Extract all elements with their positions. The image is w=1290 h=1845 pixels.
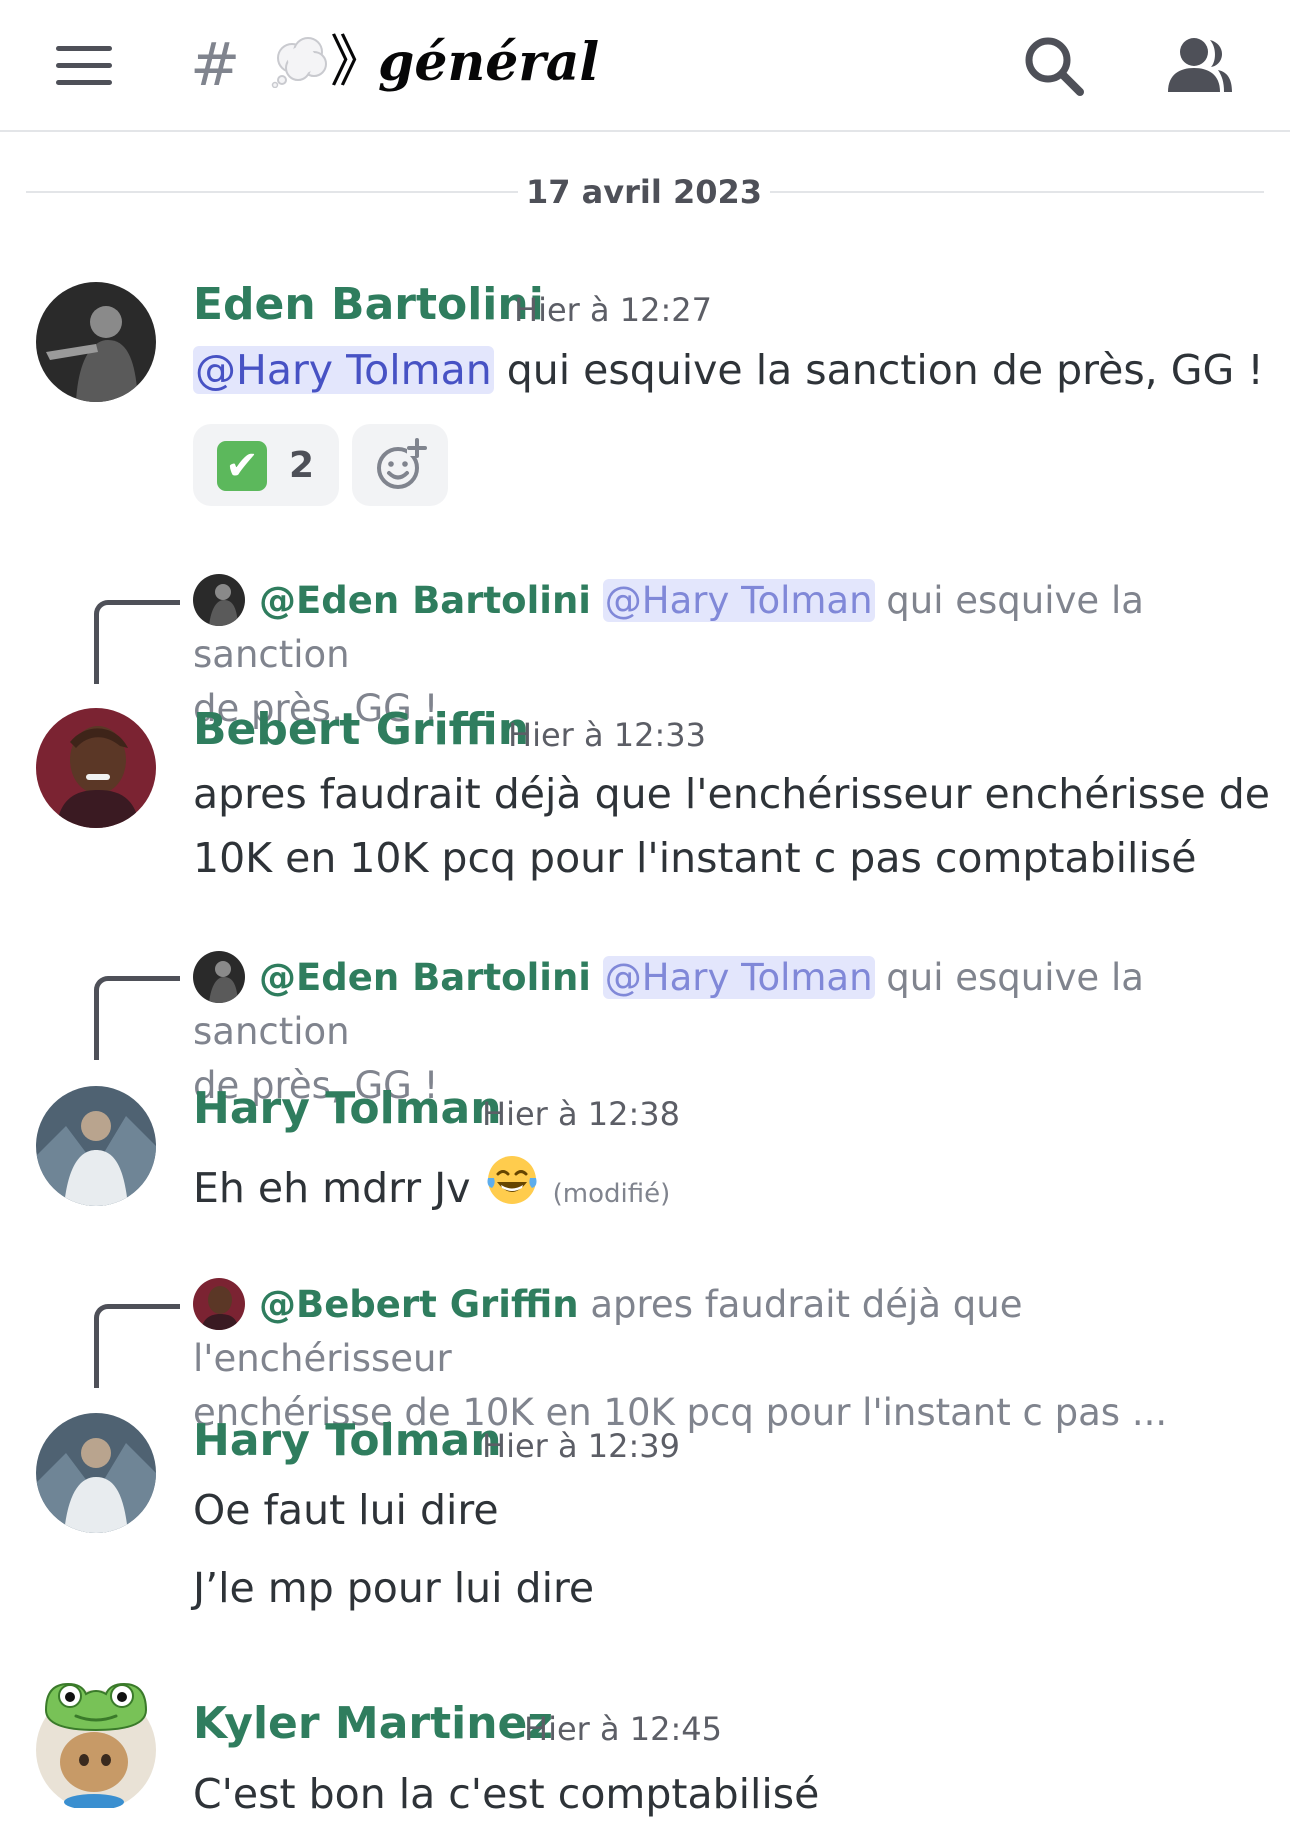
- message-author[interactable]: Hary Tolman: [193, 1414, 502, 1468]
- message-text: Oe faut lui dire: [193, 1486, 499, 1534]
- reaction-check[interactable]: ✔ 2: [193, 424, 339, 506]
- add-reaction-icon: [377, 438, 427, 489]
- message-timestamp: Hier à 12:33: [508, 716, 706, 754]
- reply-spine: [94, 976, 180, 1060]
- date-divider-label: 17 avril 2023: [525, 173, 763, 211]
- message-timestamp: Hier à 12:45: [524, 1710, 722, 1748]
- reply-author[interactable]: @Eden Bartolini: [259, 579, 591, 622]
- avatar-bebert-griffin[interactable]: [36, 708, 156, 828]
- message-author[interactable]: Hary Tolman: [193, 1082, 502, 1136]
- message-timestamp: Hier à 12:39: [482, 1427, 680, 1465]
- message-timestamp: Hier à 12:27: [514, 291, 712, 329]
- check-mark-emoji-icon: ✔: [217, 441, 267, 491]
- reaction-count: 2: [289, 445, 315, 486]
- message-text: C'est bon la c'est comptabilisé: [193, 1770, 820, 1818]
- thought-cloud-icon: [271, 37, 327, 88]
- message-author[interactable]: Bebert Griffin: [193, 703, 529, 757]
- message-text: qui esquive la sanction de près, GG !: [493, 346, 1264, 394]
- reply-mention: @Hary Tolman: [602, 956, 875, 999]
- message-text: J’le mp pour lui dire: [193, 1564, 595, 1612]
- channel-title[interactable]: général: [378, 28, 599, 98]
- reply-spine: [94, 1304, 180, 1388]
- avatar-eden-bartolini[interactable]: [36, 282, 156, 402]
- hash-icon: #: [190, 30, 241, 100]
- reply-spine: [94, 600, 180, 684]
- avatar-hary-tolman[interactable]: [36, 1086, 156, 1206]
- message-text: apres faudrait déjà que l'enchérisseur e…: [193, 770, 1270, 818]
- avatar-hary-tolman[interactable]: [36, 1413, 156, 1533]
- tears-of-joy-emoji-icon: [487, 1156, 537, 1204]
- channel-header: # 》 général: [0, 0, 1290, 132]
- menu-icon[interactable]: [56, 46, 112, 86]
- reply-mention: @Hary Tolman: [602, 579, 875, 622]
- message-text: 10K en 10K pcq pour l'instant c pas comp…: [193, 834, 1197, 882]
- message-content: Eh eh mdrr Jv (modifié): [193, 1152, 670, 1226]
- divider-line: [770, 191, 1264, 193]
- reply-author[interactable]: @Bebert Griffin: [259, 1283, 579, 1326]
- message-author[interactable]: Eden Bartolini: [193, 278, 544, 332]
- date-divider: 17 avril 2023: [26, 172, 1264, 212]
- members-icon[interactable]: [1164, 34, 1234, 98]
- message-author[interactable]: Kyler Martinez: [193, 1697, 553, 1751]
- message-content: @Hary Tolman qui esquive la sanction de …: [193, 338, 1264, 402]
- reply-author[interactable]: @Eden Bartolini: [259, 956, 591, 999]
- add-reaction-button[interactable]: [352, 424, 448, 506]
- message-timestamp: Hier à 12:38: [482, 1095, 680, 1133]
- edited-label: (modifié): [552, 1179, 671, 1209]
- divider-line: [26, 191, 518, 193]
- user-mention[interactable]: @Hary Tolman: [193, 346, 494, 394]
- message-text: Eh eh mdrr Jv: [193, 1164, 484, 1212]
- search-icon[interactable]: [1022, 34, 1086, 98]
- avatar-kyler-martinez[interactable]: [36, 1682, 156, 1810]
